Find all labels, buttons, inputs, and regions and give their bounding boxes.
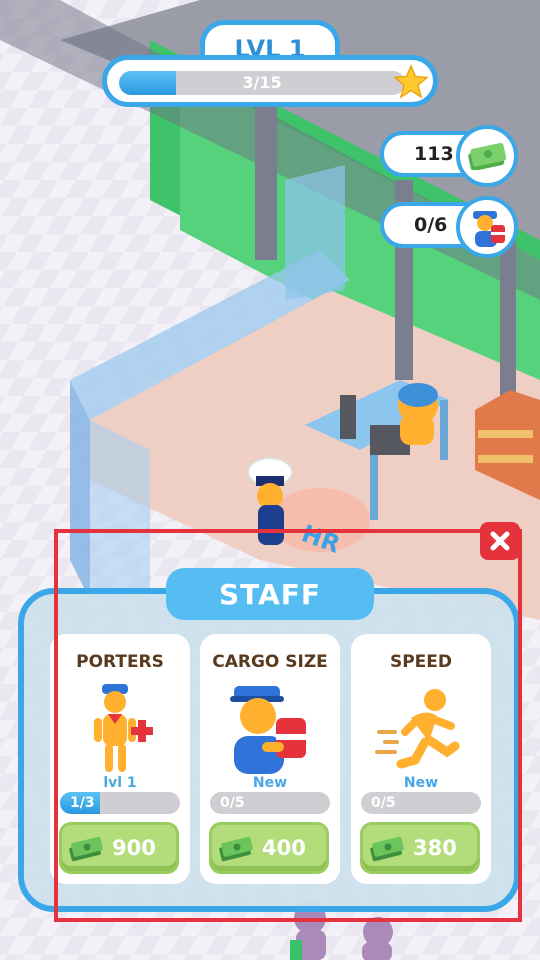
cargo-amount: 0/6 — [414, 214, 448, 236]
money-amount: 113 — [414, 143, 454, 165]
money-counter: 113 — [380, 125, 518, 187]
star-icon — [393, 64, 429, 99]
close-icon — [490, 531, 510, 551]
cash-icon — [456, 125, 518, 187]
xp-text: 3/15 — [242, 73, 282, 92]
cargo-counter: 0/6 — [380, 196, 518, 258]
highlight-frame — [54, 529, 522, 922]
close-button[interactable] — [480, 522, 520, 560]
porter-cargo-icon — [456, 196, 518, 258]
xp-progress-bar: 3/15 — [102, 55, 438, 107]
